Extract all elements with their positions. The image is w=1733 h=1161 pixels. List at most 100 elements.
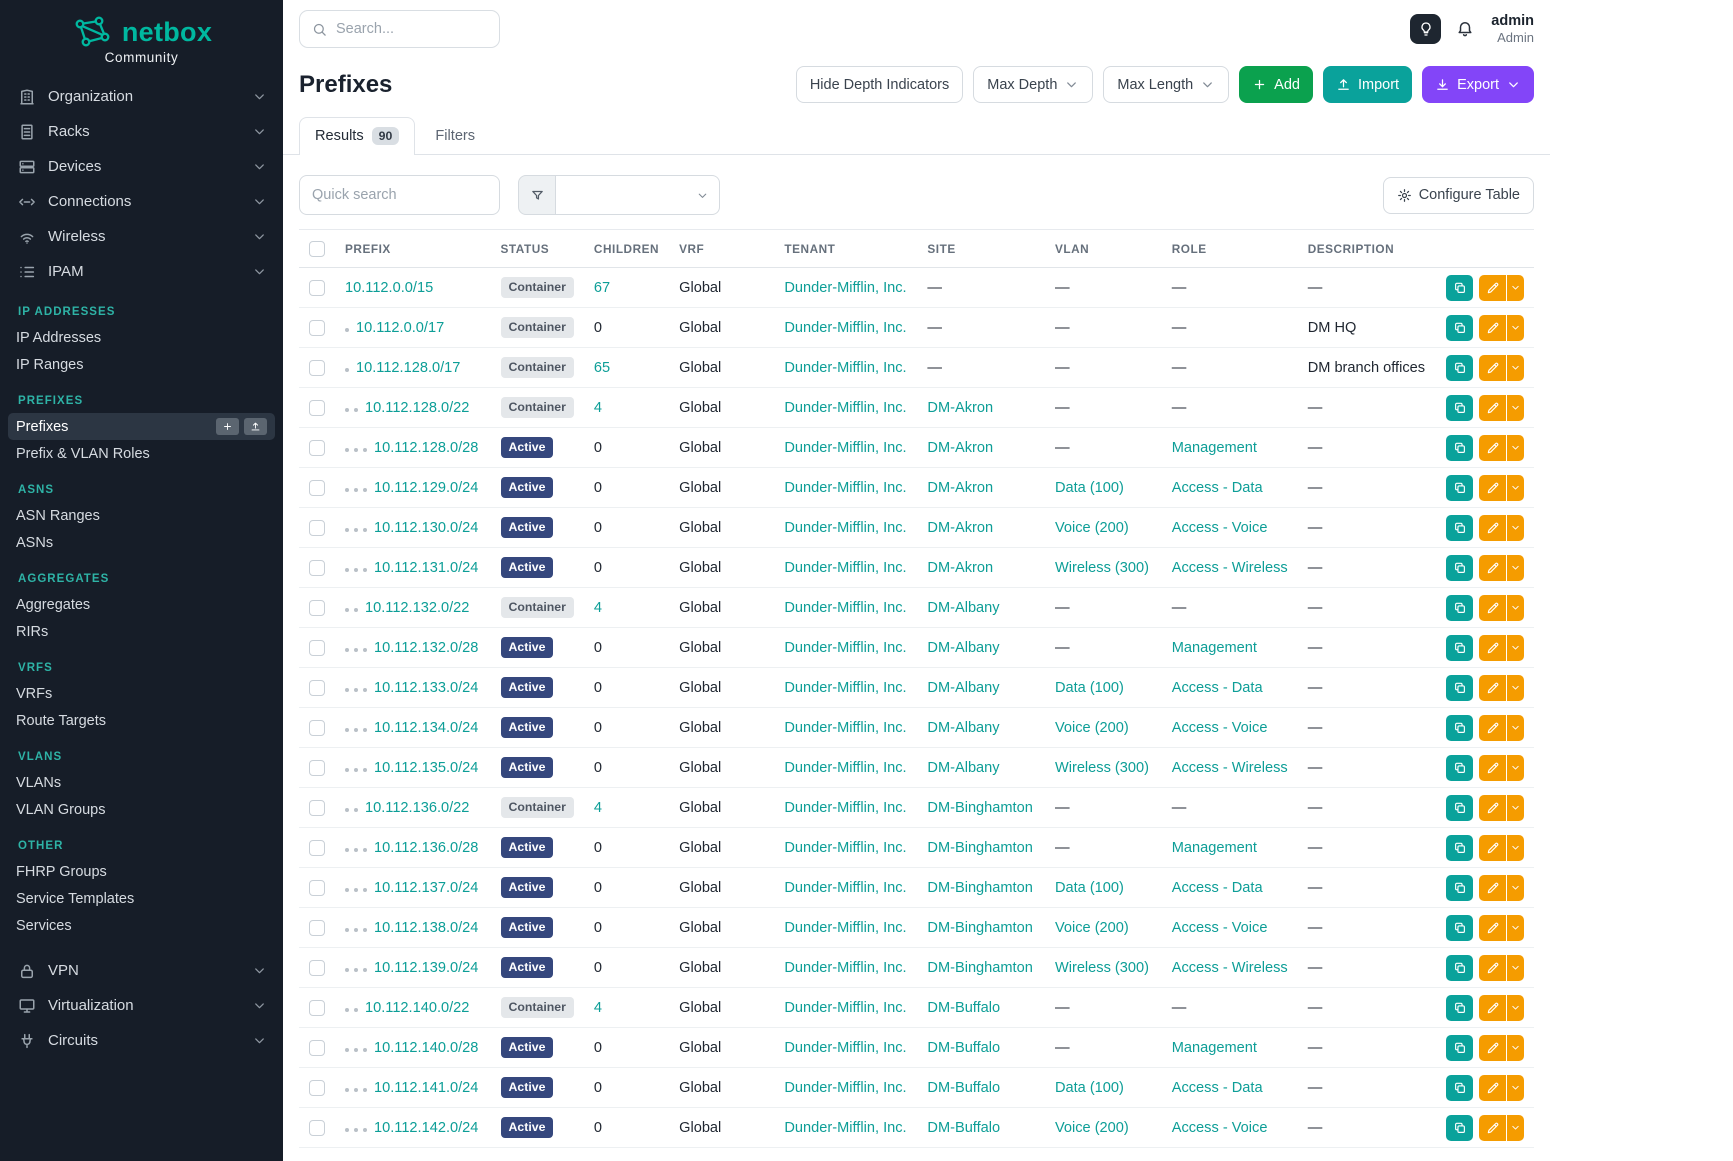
role-link[interactable]: Management [1172, 440, 1257, 456]
edit-dropdown-button[interactable] [1507, 475, 1524, 501]
site-link[interactable]: DM-Buffalo [927, 1000, 1000, 1016]
role-link[interactable]: Access - Voice [1172, 520, 1268, 536]
add-button[interactable]: Add [1239, 66, 1313, 103]
max-length-dropdown[interactable]: Max Length [1103, 66, 1229, 103]
max-depth-dropdown[interactable]: Max Depth [973, 66, 1093, 103]
site-link[interactable]: DM-Binghamton [927, 880, 1032, 896]
copy-button[interactable] [1446, 635, 1473, 661]
saved-filter-select[interactable] [556, 175, 720, 215]
row-checkbox[interactable] [309, 960, 325, 976]
vlan-link[interactable]: Voice (200) [1055, 1120, 1129, 1136]
tenant-link[interactable]: Dunder-Mifflin, Inc. [784, 520, 906, 536]
row-checkbox[interactable] [309, 880, 325, 896]
edit-dropdown-button[interactable] [1507, 835, 1524, 861]
edit-button[interactable] [1479, 635, 1506, 661]
edit-button[interactable] [1479, 1075, 1506, 1101]
role-link[interactable]: Management [1172, 640, 1257, 656]
copy-button[interactable] [1446, 995, 1473, 1021]
role-link[interactable]: Management [1172, 840, 1257, 856]
copy-button[interactable] [1446, 435, 1473, 461]
copy-button[interactable] [1446, 955, 1473, 981]
sidebar-item-prefix-vlan-roles[interactable]: Prefix & VLAN Roles [8, 440, 275, 467]
tenant-link[interactable]: Dunder-Mifflin, Inc. [784, 760, 906, 776]
vlan-link[interactable]: Data (100) [1055, 680, 1124, 696]
edit-button[interactable] [1479, 355, 1506, 381]
vlan-link[interactable]: Wireless (300) [1055, 760, 1149, 776]
row-checkbox[interactable] [309, 1040, 325, 1056]
vlan-link[interactable]: Voice (200) [1055, 920, 1129, 936]
tenant-link[interactable]: Dunder-Mifflin, Inc. [784, 560, 906, 576]
filter-button[interactable] [518, 175, 556, 215]
row-checkbox[interactable] [309, 720, 325, 736]
edit-button[interactable] [1479, 555, 1506, 581]
site-link[interactable]: DM-Binghamton [927, 800, 1032, 816]
tenant-link[interactable]: Dunder-Mifflin, Inc. [784, 920, 906, 936]
edit-button[interactable] [1479, 395, 1506, 421]
sidebar-item-fhrp-groups[interactable]: FHRP Groups [8, 858, 275, 885]
export-button[interactable]: Export [1422, 66, 1534, 103]
tenant-link[interactable]: Dunder-Mifflin, Inc. [784, 280, 906, 296]
copy-button[interactable] [1446, 275, 1473, 301]
copy-button[interactable] [1446, 835, 1473, 861]
edit-dropdown-button[interactable] [1507, 395, 1524, 421]
edit-button[interactable] [1479, 715, 1506, 741]
edit-button[interactable] [1479, 1035, 1506, 1061]
tenant-link[interactable]: Dunder-Mifflin, Inc. [784, 320, 906, 336]
edit-dropdown-button[interactable] [1507, 595, 1524, 621]
row-checkbox[interactable] [309, 920, 325, 936]
copy-button[interactable] [1446, 475, 1473, 501]
role-link[interactable]: Management [1172, 1040, 1257, 1056]
tab-filters[interactable]: Filters [419, 117, 491, 155]
tenant-link[interactable]: Dunder-Mifflin, Inc. [784, 1040, 906, 1056]
role-link[interactable]: Access - Voice [1172, 720, 1268, 736]
quick-add-button[interactable] [216, 418, 239, 435]
edit-dropdown-button[interactable] [1507, 1115, 1524, 1141]
prefix-link[interactable]: 10.112.136.0/28 [374, 840, 478, 856]
column-header-prefix[interactable]: PREFIX [335, 230, 491, 268]
sidebar-item-ip-ranges[interactable]: IP Ranges [8, 351, 275, 378]
row-checkbox[interactable] [309, 480, 325, 496]
site-link[interactable]: DM-Albany [927, 720, 999, 736]
sidebar-item-prefixes[interactable]: Prefixes [8, 413, 275, 440]
site-link[interactable]: DM-Buffalo [927, 1080, 1000, 1096]
tenant-link[interactable]: Dunder-Mifflin, Inc. [784, 440, 906, 456]
edit-dropdown-button[interactable] [1507, 915, 1524, 941]
edit-button[interactable] [1479, 475, 1506, 501]
sidebar-item-services[interactable]: Services [8, 912, 275, 939]
column-header-vrf[interactable]: VRF [669, 230, 774, 268]
sidebar-item-vpn[interactable]: VPN [0, 953, 283, 988]
prefix-link[interactable]: 10.112.132.0/28 [374, 640, 478, 656]
site-link[interactable]: DM-Akron [927, 400, 993, 416]
role-link[interactable]: Access - Wireless [1172, 960, 1288, 976]
configure-table-button[interactable]: Configure Table [1383, 177, 1534, 214]
prefix-link[interactable]: 10.112.140.0/28 [374, 1040, 478, 1056]
role-link[interactable]: Access - Data [1172, 680, 1263, 696]
edit-button[interactable] [1479, 315, 1506, 341]
edit-dropdown-button[interactable] [1507, 515, 1524, 541]
edit-dropdown-button[interactable] [1507, 755, 1524, 781]
sidebar-item-vrfs[interactable]: VRFs [8, 680, 275, 707]
copy-button[interactable] [1446, 915, 1473, 941]
tab-results[interactable]: Results 90 [299, 117, 415, 155]
prefix-link[interactable]: 10.112.140.0/22 [365, 1000, 469, 1016]
site-link[interactable]: DM-Albany [927, 640, 999, 656]
prefix-link[interactable]: 10.112.129.0/24 [374, 480, 478, 496]
sidebar-item-virtualization[interactable]: Virtualization [0, 988, 283, 1023]
sidebar-item-rirs[interactable]: RIRs [8, 618, 275, 645]
role-link[interactable]: Access - Voice [1172, 1120, 1268, 1136]
row-checkbox[interactable] [309, 1120, 325, 1136]
copy-button[interactable] [1446, 515, 1473, 541]
quick-import-button[interactable] [244, 418, 267, 435]
copy-button[interactable] [1446, 875, 1473, 901]
row-checkbox[interactable] [309, 440, 325, 456]
site-link[interactable]: DM-Binghamton [927, 960, 1032, 976]
prefix-link[interactable]: 10.112.134.0/24 [374, 720, 478, 736]
tenant-link[interactable]: Dunder-Mifflin, Inc. [784, 840, 906, 856]
row-checkbox[interactable] [309, 600, 325, 616]
row-checkbox[interactable] [309, 680, 325, 696]
edit-dropdown-button[interactable] [1507, 715, 1524, 741]
children-link[interactable]: 67 [594, 280, 610, 296]
row-checkbox[interactable] [309, 840, 325, 856]
children-link[interactable]: 4 [594, 800, 602, 816]
sidebar-item-route-targets[interactable]: Route Targets [8, 707, 275, 734]
